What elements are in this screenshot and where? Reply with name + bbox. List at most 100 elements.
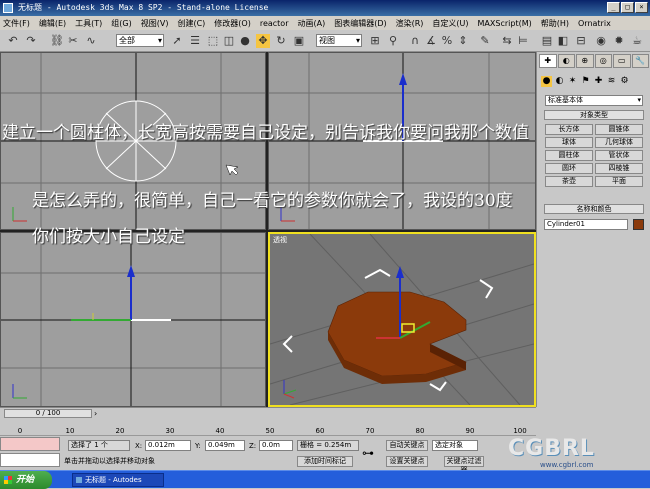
pyramid-button[interactable]: 四棱锥 — [595, 163, 643, 174]
unlink-icon[interactable]: ✂ — [66, 34, 80, 48]
rect-region-icon[interactable]: ⬚ — [206, 34, 220, 48]
select-region-icon[interactable]: ● — [238, 34, 252, 48]
render-scene-icon[interactable]: ✹ — [612, 34, 626, 48]
selection-count: 选择了 1 个 — [68, 440, 130, 451]
pivot-icon[interactable]: ⊞ — [368, 34, 382, 48]
plane-button[interactable]: 平面 — [595, 176, 643, 187]
scale-icon[interactable]: ▣ — [292, 34, 306, 48]
tab-create[interactable]: ✚ — [539, 54, 557, 68]
curve-editor-icon[interactable]: ◧ — [556, 34, 570, 48]
name-color-rollout[interactable]: 名称和颜色 — [544, 204, 644, 214]
selection-filter-dropdown[interactable]: 全部 — [116, 34, 164, 47]
object-name-field[interactable]: Cylinder01 — [544, 219, 628, 230]
spinner-snap-icon[interactable]: ⇕ — [456, 34, 470, 48]
menu-views[interactable]: 视图(V) — [141, 18, 169, 29]
key-icon[interactable]: ⊶ — [362, 446, 374, 460]
maxscript-listener-white[interactable] — [0, 453, 60, 467]
tab-display[interactable]: ▭ — [613, 54, 631, 68]
link-icon[interactable]: ⛓ — [50, 34, 64, 48]
menu-animation[interactable]: 动画(A) — [297, 18, 325, 29]
next-frame-icon[interactable]: › — [94, 409, 97, 418]
viewport-left[interactable] — [0, 232, 266, 407]
move-icon[interactable]: ✥ — [256, 34, 270, 48]
lights-icon[interactable]: ✶ — [567, 76, 578, 87]
reference-coord-dropdown[interactable]: 视图 — [316, 34, 362, 47]
shapes-icon[interactable]: ◐ — [554, 76, 565, 87]
x-coord-field[interactable]: 0.012m — [145, 440, 191, 451]
set-key-button[interactable]: 设置关键点 — [386, 456, 428, 467]
select-manipulate-icon[interactable]: ⚲ — [386, 34, 400, 48]
tab-hierarchy[interactable]: ⊕ — [576, 54, 594, 68]
geometry-icon[interactable]: ● — [541, 76, 552, 87]
menu-create[interactable]: 创建(C) — [177, 18, 205, 29]
named-selection-icon[interactable]: ✎ — [478, 34, 492, 48]
maximize-button[interactable]: □ — [621, 2, 634, 13]
z-coord-field[interactable]: 0.0m — [259, 440, 293, 451]
redo-icon[interactable]: ↷ — [24, 34, 38, 48]
select-icon[interactable]: ➚ — [170, 34, 184, 48]
menu-file[interactable]: 文件(F) — [3, 18, 30, 29]
taskbar-item-3dsmax[interactable]: 无标题 - Autodes — [72, 473, 164, 487]
maxscript-listener-pink[interactable] — [0, 437, 60, 451]
cone-button[interactable]: 圆锥体 — [595, 124, 643, 135]
helpers-icon[interactable]: ✚ — [593, 76, 604, 87]
y-label: Y: — [195, 442, 201, 450]
geometry-category-dropdown[interactable]: 标准基本体 — [545, 95, 643, 106]
angle-snap-icon[interactable]: ∡ — [424, 34, 438, 48]
menu-tools[interactable]: 工具(T) — [75, 18, 102, 29]
auto-key-button[interactable]: 自动关键点 — [386, 440, 428, 451]
quick-render-icon[interactable]: ☕ — [630, 34, 644, 48]
tube-button[interactable]: 管状体 — [595, 150, 643, 161]
box-button[interactable]: 长方体 — [545, 124, 593, 135]
spacewarps-icon[interactable]: ≋ — [606, 76, 617, 87]
torus-button[interactable]: 圆环 — [545, 163, 593, 174]
systems-icon[interactable]: ⚙ — [619, 76, 630, 87]
menu-rendering[interactable]: 渲染(R) — [396, 18, 424, 29]
layer-manager-icon[interactable]: ▤ — [540, 34, 554, 48]
track-bar[interactable]: 0 10 20 30 40 50 60 70 80 90 100 — [0, 419, 536, 436]
menu-graph-editors[interactable]: 图表编辑器(D) — [334, 18, 386, 29]
object-type-rollout[interactable]: 对象类型 — [544, 110, 644, 120]
mirror-icon[interactable]: ⇆ — [500, 34, 514, 48]
windows-taskbar: 开始 无标题 - Autodes — [0, 470, 650, 489]
align-icon[interactable]: ⊨ — [516, 34, 530, 48]
watermark-url: www.cgbrl.com — [540, 461, 594, 469]
minimize-button[interactable]: _ — [607, 2, 620, 13]
geosphere-button[interactable]: 几何球体 — [595, 137, 643, 148]
cylinder-button[interactable]: 圆柱体 — [545, 150, 593, 161]
percent-snap-icon[interactable]: % — [440, 34, 454, 48]
menu-customize[interactable]: 自定义(U) — [432, 18, 468, 29]
schematic-view-icon[interactable]: ⊟ — [574, 34, 588, 48]
menu-group[interactable]: 组(G) — [111, 18, 131, 29]
cameras-icon[interactable]: ⚑ — [580, 76, 591, 87]
selected-object-dropdown[interactable]: 选定对象 — [432, 440, 478, 451]
menu-maxscript[interactable]: MAXScript(M) — [478, 19, 532, 28]
start-button[interactable]: 开始 — [0, 471, 52, 489]
menu-reactor[interactable]: reactor — [260, 19, 289, 28]
caption-line-2: 是怎么弄的，很简单，自己一看它的参数你就会了，我设的30度 — [32, 191, 513, 211]
y-coord-field[interactable]: 0.049m — [205, 440, 245, 451]
tab-motion[interactable]: ◎ — [594, 54, 612, 68]
window-crossing-icon[interactable]: ◫ — [222, 34, 236, 48]
menu-help[interactable]: 帮助(H) — [541, 18, 569, 29]
viewport-perspective[interactable]: 透视 — [268, 232, 536, 407]
bind-space-warp-icon[interactable]: ∿ — [84, 34, 98, 48]
menu-edit[interactable]: 编辑(E) — [39, 18, 66, 29]
material-editor-icon[interactable]: ◉ — [594, 34, 608, 48]
tab-utilities[interactable]: 🔧 — [631, 54, 649, 68]
object-color-swatch[interactable] — [633, 219, 644, 230]
add-time-tag-button[interactable]: 添加时间标记 — [297, 456, 353, 467]
sphere-button[interactable]: 球体 — [545, 137, 593, 148]
undo-icon[interactable]: ↶ — [6, 34, 20, 48]
window-title: 无标题 - Autodesk 3ds Max 8 SP2 - Stand-alo… — [18, 3, 269, 12]
menu-modifiers[interactable]: 修改器(O) — [214, 18, 251, 29]
tab-modify[interactable]: ◐ — [557, 54, 575, 68]
teapot-button[interactable]: 茶壶 — [545, 176, 593, 187]
viewport-persp-label: 透视 — [273, 236, 287, 244]
select-by-name-icon[interactable]: ☰ — [188, 34, 202, 48]
time-slider[interactable]: 0 / 100 — [4, 409, 92, 418]
close-button[interactable]: × — [635, 2, 648, 13]
snap-icon[interactable]: ∩ — [408, 34, 422, 48]
rotate-icon[interactable]: ↻ — [274, 34, 288, 48]
menu-ornatrix[interactable]: Ornatrix — [578, 19, 611, 28]
